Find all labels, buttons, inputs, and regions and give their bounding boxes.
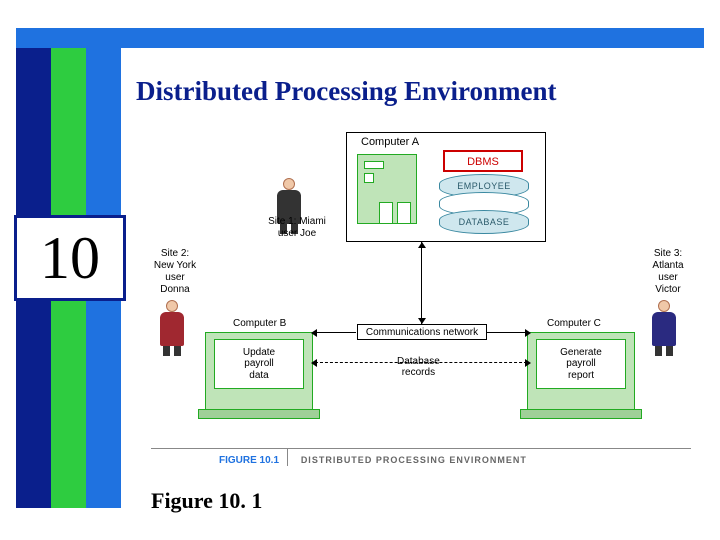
computer-c-screen: Generate payroll report: [536, 339, 626, 389]
slide-title: Distributed Processing Environment: [136, 76, 557, 107]
arrowhead-icon: [418, 242, 426, 248]
monitor-text: report: [568, 370, 594, 382]
computer-c-label: Computer C: [547, 318, 601, 329]
database-records-label: Database records: [397, 356, 440, 378]
server-drive-icon: [379, 202, 393, 224]
monitor-text: payroll: [244, 358, 273, 370]
figure-caption-bar: FIGURE 10.1 DISTRIBUTED PROCESSING ENVIR…: [151, 448, 691, 472]
database-icon: EMPLOYEE DATABASE: [439, 180, 529, 230]
arrowhead-icon: [525, 359, 531, 367]
connector-line: [487, 332, 527, 333]
chapter-number: 10: [14, 215, 126, 301]
arrowhead-icon: [525, 329, 531, 337]
computer-c-icon: Generate payroll report: [527, 332, 635, 410]
connector-line: [314, 332, 356, 333]
figure-title: DISTRIBUTED PROCESSING ENVIRONMENT: [291, 455, 527, 465]
dashed-connector: [315, 362, 527, 363]
person-donna-icon: [159, 300, 185, 356]
computer-b-screen: Update payroll data: [214, 339, 304, 389]
top-band: [16, 28, 704, 48]
figure-number: FIGURE 10.1: [151, 449, 288, 466]
monitor-text: Update: [243, 347, 275, 359]
computer-a-label: Computer A: [361, 136, 419, 148]
arrowhead-icon: [311, 359, 317, 367]
arrowhead-icon: [311, 329, 317, 337]
monitor-text: Generate: [560, 347, 602, 359]
site2-label: Site 2: New York user Donna: [147, 248, 203, 296]
slide: 10 Distributed Processing Environment Co…: [16, 20, 704, 518]
site3-label: Site 3: Atlanta user Victor: [641, 248, 695, 296]
diagram: Computer A DBMS EMPLOYEE DATABASE Site 1…: [151, 132, 691, 472]
dbms-label: DBMS: [443, 150, 523, 172]
connector-line: [421, 242, 422, 324]
computer-b-label: Computer B: [233, 318, 286, 329]
communications-network-label: Communications network: [357, 324, 487, 340]
monitor-text: payroll: [566, 358, 595, 370]
person-victor-icon: [651, 300, 677, 356]
site1-label: Site 1: Miami user Joe: [257, 216, 337, 240]
computer-b-icon: Update payroll data: [205, 332, 313, 410]
server-drive-icon: [397, 202, 411, 224]
monitor-text: data: [249, 370, 268, 382]
slide-caption: Figure 10. 1: [151, 488, 262, 514]
db-cylinder-bottom: DATABASE: [439, 210, 529, 234]
arrowhead-icon: [418, 318, 426, 324]
